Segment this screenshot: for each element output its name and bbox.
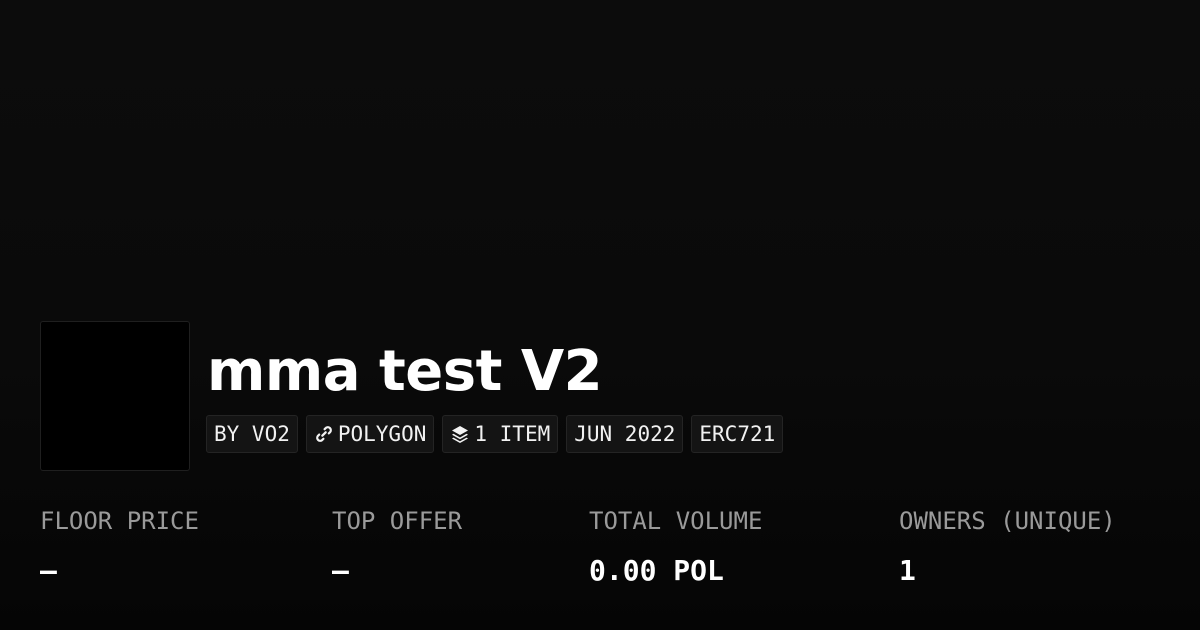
tag-item-count: 1 ITEM	[442, 415, 559, 453]
collection-tags: BY VO2 POLYGON 1 ITEM JUN 2022 ERC721	[206, 415, 784, 453]
tag-created-date-label: JUN 2022	[574, 422, 676, 446]
stat-floor-price: FLOOR PRICE –	[40, 503, 199, 589]
tag-chain: POLYGON	[305, 415, 435, 453]
stat-value: 0.00 POL	[589, 554, 724, 587]
stat-owners: OWNERS (UNIQUE) 1	[899, 503, 1116, 589]
stat-label: OWNERS (UNIQUE)	[899, 507, 1116, 535]
tag-token-standard: ERC721	[691, 415, 784, 453]
chain-link-icon	[314, 424, 334, 444]
tag-chain-label: POLYGON	[337, 422, 427, 446]
stat-value: 1	[899, 554, 916, 587]
stat-value: –	[40, 554, 57, 587]
tag-item-count-label: 1 ITEM	[474, 422, 551, 446]
stat-label: FLOOR PRICE	[40, 507, 199, 535]
tag-created-date: JUN 2022	[566, 415, 684, 453]
collection-stats: FLOOR PRICE – TOP OFFER – TOTAL VOLUME 0…	[0, 503, 1200, 603]
layers-icon	[450, 424, 470, 444]
stat-label: TOTAL VOLUME	[589, 507, 763, 535]
collection-avatar	[40, 321, 190, 471]
collection-title: mma test V2	[207, 339, 603, 404]
stat-label: TOP OFFER	[332, 507, 463, 535]
tag-token-standard-label: ERC721	[699, 422, 776, 446]
tag-creator-label: BY VO2	[214, 422, 290, 446]
tag-creator[interactable]: BY VO2	[206, 415, 298, 453]
stat-total-volume: TOTAL VOLUME 0.00 POL	[589, 503, 762, 589]
stat-top-offer: TOP OFFER –	[332, 503, 462, 589]
stat-value: –	[332, 554, 349, 587]
